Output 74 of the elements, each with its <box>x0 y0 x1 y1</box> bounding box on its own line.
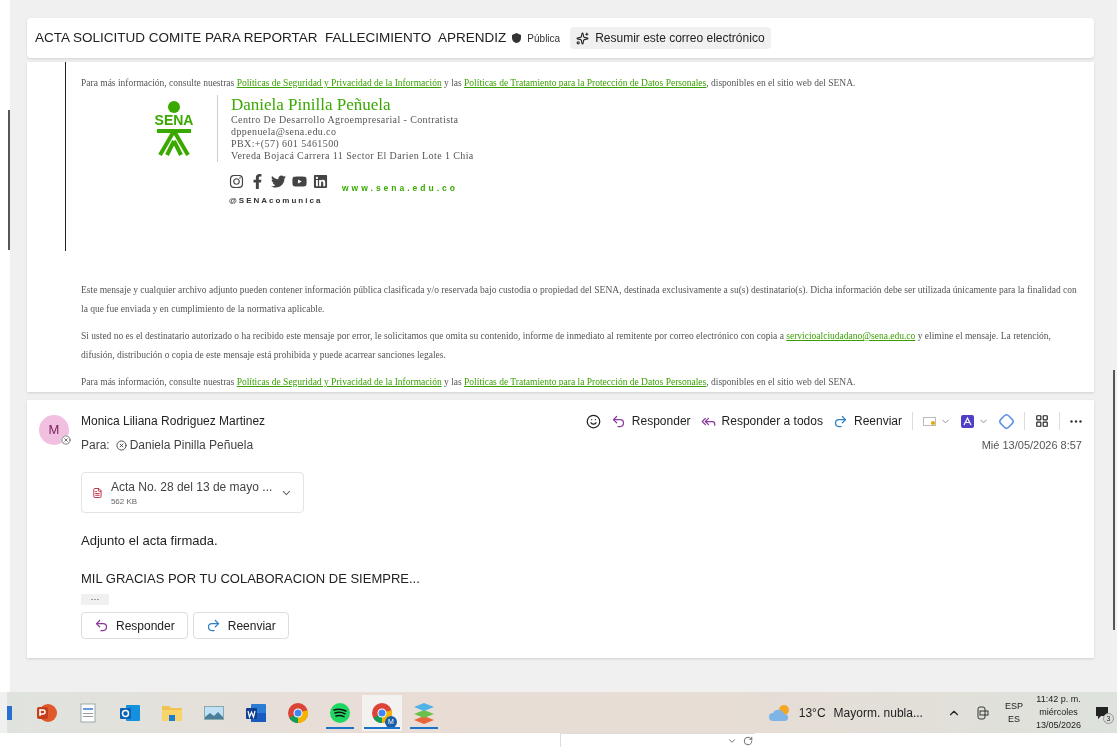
disclaimer-paragraph: Para más información, consulte nuestras Políticas de Seguridad y Privacidad de la Información y las Políticas de Tratamiento para la Protección de Datos Personales, disponibles en el sitio web del SENA. <box>81 376 857 389</box>
facebook-icon <box>250 174 265 189</box>
summary-icon <box>576 31 590 45</box>
action-button[interactable]: Responder <box>610 412 691 430</box>
to-label: Para: <box>81 437 110 454</box>
meet-icon <box>976 705 989 720</box>
show-more-button[interactable]: ··· <box>81 594 109 605</box>
scrollbar[interactable] <box>1113 370 1115 630</box>
more-icon <box>1070 419 1082 423</box>
browser-icon <box>287 701 309 724</box>
app-icon[interactable] <box>7 705 12 720</box>
summarize-button[interactable]: Resumir este correo electrónico <box>570 27 771 49</box>
reply-button[interactable]: Reenviar <box>192 612 289 639</box>
scrollbar[interactable] <box>8 110 10 250</box>
status-icon <box>115 439 127 451</box>
presentation-app-icon <box>35 701 57 724</box>
reply-icon <box>94 618 109 633</box>
mail-app-icon <box>119 702 141 723</box>
attachment-name: Acta No. 28 del 13 de mayo ... <box>110 478 273 496</box>
reply-button[interactable]: Responder <box>81 612 188 639</box>
signature-name: Daniela Pinilla Peñuela <box>231 95 392 114</box>
sender-name[interactable]: Monica Liliana Rodriguez Martinez <box>81 412 266 430</box>
signature-line: Vereda Bojacá Carrera 11 Sector El Darien Lote 1 Chia <box>231 150 474 162</box>
signature-line: PBX:+(57) 601 5461500 <box>231 138 340 150</box>
email-subject: ACTA SOLICITUD COMITE PARA REPORTAR FALLECIMIENTO APRENDIZ <box>35 28 507 47</box>
pdf-icon <box>961 414 989 428</box>
policy-link[interactable]: Políticas de Seguridad y Privacidad de la Información <box>236 377 442 387</box>
linkedin-icon <box>313 174 328 189</box>
recipient-name[interactable]: Daniela Pinilla Peñuela <box>129 436 254 454</box>
disclaimer-paragraph: Este mensaje y cualquier archivo adjunto pueden contener información pública clasificada y/o reservada bajo custodia o propiedad del SENA, destinada exclusivamente a su(s) destinatario(s). Dicha información debe ser utilizada únicamente para la finalidad con la que fue enviada y en cumplimiento de la normativa aplicable. <box>81 284 1078 316</box>
folder-icon <box>161 703 183 722</box>
social-handle: @SENAcomunica <box>229 195 324 207</box>
action-button[interactable]: Responder a todos <box>700 412 823 430</box>
play-icon <box>292 174 307 189</box>
layers-icon <box>412 701 436 724</box>
instagram-icon <box>229 174 244 189</box>
clock[interactable]: 11:42 p. m. miércoles 13/05/2026 <box>1035 693 1081 732</box>
attachment-card[interactable]: Acta No. 28 del 13 de mayo ... 562 KB <box>81 472 304 513</box>
word-processor-icon <box>245 702 267 723</box>
signature-line: dppenuela@sena.edu.co <box>231 126 338 138</box>
forward-icon <box>832 413 848 429</box>
address-field[interactable] <box>560 733 755 747</box>
photo-icon <box>204 705 224 720</box>
action-button[interactable]: Reenviar <box>832 412 902 430</box>
attachment-size: 562 KB <box>110 495 139 508</box>
emoji-icon <box>585 413 601 429</box>
logo: SENA <box>139 95 209 162</box>
apps-icon <box>1035 414 1049 428</box>
bird-icon <box>271 174 286 189</box>
policy-link[interactable]: Políticas de Seguridad y Privacidad de la Información <box>236 78 442 88</box>
tag-icon <box>923 415 951 427</box>
forward-icon <box>205 618 221 633</box>
music-app-icon <box>329 701 351 724</box>
message-date: Mié 13/05/2026 8:57 <box>981 437 1082 453</box>
language-indicator[interactable]: ESP ES <box>1004 699 1023 726</box>
document-icon <box>80 702 96 723</box>
message-text: MIL GRACIAS POR TU COLABORACION DE SIEMPRE... <box>81 569 421 588</box>
disclaimer-paragraph: Para más información, consulte nuestras Políticas de Seguridad y Privacidad de la Información y las Políticas de Tratamiento para la Protección de Datos Personales, disponibles en el sitio web del SENA. <box>81 77 857 90</box>
shield-icon <box>512 33 522 43</box>
notification-icon <box>1095 705 1109 720</box>
policy-link[interactable]: servicioalciudadano@sena.edu.co <box>786 331 916 341</box>
refresh-icon <box>743 735 753 746</box>
disclaimer-paragraph: Si usted no es el destinatario autorizado o ha recibido este mensaje por error, le solicitamos que omita su contenido, informe de inmediato al remitente por correo electrónico con copia a servicioalciudadano@sena.edu.co y elimine el mensaje. La retención, difusión, distribución o copia de este mensaje está prohibida y puede acarrear sanciones legales. <box>81 330 1052 362</box>
sender-avatar: M <box>39 415 69 445</box>
weather-temperature[interactable]: 13°C <box>798 703 826 722</box>
signature-line: Centro De Desarrollo Agroempresarial - Contratista <box>231 114 460 126</box>
website-text: www.sena.edu.co <box>342 182 458 195</box>
status-icon <box>61 435 71 445</box>
weather-description[interactable]: Mayorm. nubla... <box>833 703 923 722</box>
reply-icon <box>610 413 626 429</box>
message-text: Adjunto el acta firmada. <box>81 532 219 550</box>
sensitivity-label: Pública <box>527 31 561 46</box>
pdf-file-icon <box>92 486 103 499</box>
loop-icon <box>999 413 1014 429</box>
